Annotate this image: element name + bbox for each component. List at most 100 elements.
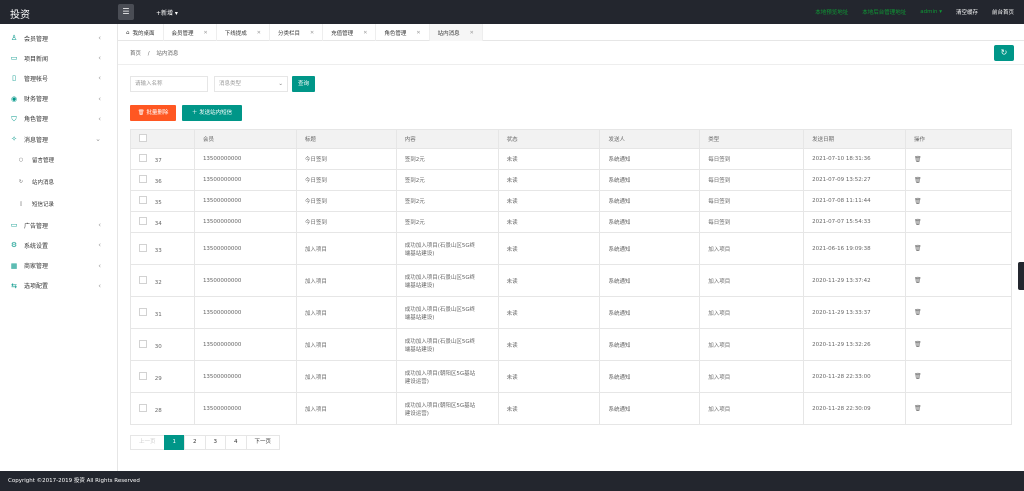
delete-icon[interactable]: 🗑 — [914, 277, 922, 284]
breadcrumb-home[interactable]: 首页 — [130, 51, 141, 57]
row-checkbox[interactable] — [139, 217, 147, 225]
delete-icon[interactable]: 🗑 — [914, 341, 922, 348]
content-line: 成功加入项目(石景山区5G终 — [404, 242, 476, 249]
local-preview-link[interactable]: 本地预览地址 — [815, 8, 848, 16]
tab-members[interactable]: 会员管理 ✕ — [164, 24, 217, 41]
actions-cell: 🗑 — [905, 296, 1012, 329]
delete-icon[interactable]: 🗑 — [914, 198, 922, 205]
delete-icon[interactable]: 🗑 — [914, 219, 922, 226]
sidebar-item-accounts[interactable]: ▯ 管理帐号 ‹ — [0, 68, 117, 88]
row-select-cell: 31 — [130, 296, 195, 329]
close-icon[interactable]: ✕ — [204, 30, 208, 36]
tab-commission[interactable]: 下线提成 ✕ — [217, 24, 270, 41]
close-icon[interactable]: ✕ — [363, 30, 367, 36]
tab-my-desktop[interactable]: ⌂ 我的桌面 — [118, 24, 164, 41]
chevron-left-icon: ‹ — [98, 94, 101, 103]
table-row: 37 13500000000 今日签到 签到2元 未读 系统通知 每日签到 20… — [130, 148, 1012, 170]
close-icon[interactable]: ✕ — [470, 30, 474, 36]
column-header: 类型 — [699, 129, 805, 149]
delete-icon[interactable]: 🗑 — [914, 156, 922, 163]
close-icon[interactable]: ✕ — [416, 30, 420, 36]
row-checkbox[interactable] — [139, 307, 147, 316]
sidebar-item-roles[interactable]: ⛉ 角色管理 ‹ — [0, 109, 117, 129]
add-new-menu[interactable]: +新增 ▾ — [156, 8, 178, 17]
main-content: 首页 / 站内消息 ↻ 请输入名称 消息类型 ⌄ 查询 🗑 批量删除 ＋ 发送站… — [118, 41, 1024, 471]
query-button[interactable]: 查询 — [292, 76, 315, 92]
row-checkbox[interactable] — [139, 403, 147, 412]
top-navbar: 投资 ☰ +新增 ▾ 本地预览地址 本地后台管理地址 admin ▾ 清空缓存 … — [0, 0, 1024, 24]
status-cell: 未读 — [497, 169, 601, 191]
type-cell: 加入项目 — [699, 392, 805, 425]
clear-cache-link[interactable]: 清空缓存 — [956, 8, 978, 16]
sidebar-subitem-sms-records[interactable]: ▯ 短信记录 — [0, 193, 117, 215]
row-id: 34 — [154, 221, 162, 227]
side-panel-handle[interactable] — [1018, 262, 1024, 290]
page-button-1[interactable]: 1 — [163, 435, 186, 450]
close-icon[interactable]: ✕ — [310, 30, 314, 36]
sidebar-item-merchants[interactable]: ▦ 商家管理 ‹ — [0, 256, 117, 276]
row-checkbox[interactable] — [139, 154, 147, 162]
row-select-cell: 37 — [130, 148, 195, 170]
tab-roles[interactable]: 角色管理 ✕ — [376, 24, 430, 41]
next-page-button[interactable]: 下一页 — [245, 435, 281, 450]
column-header: 会员 — [193, 129, 297, 149]
chevron-left-icon: ‹ — [98, 281, 101, 290]
title-cell: 加入项目 — [295, 232, 397, 265]
delete-icon[interactable]: 🗑 — [914, 373, 922, 380]
message-type-select[interactable]: 消息类型 ⌄ — [214, 76, 288, 92]
row-checkbox[interactable] — [139, 196, 147, 204]
sidebar-item-options[interactable]: ⇆ 选项配置 ‹ — [0, 276, 117, 296]
table-row: 31 13500000000 加入项目 成功加入项目(石景山区5G终 端基站建设)… — [130, 296, 1012, 329]
row-checkbox[interactable] — [139, 175, 147, 183]
actions-cell: 🗑 — [905, 232, 1012, 265]
chevron-left-icon: ‹ — [98, 261, 101, 270]
content-cell: 成功加入项目(石景山区5G终 端基站建设) — [395, 264, 499, 297]
status-cell: 未读 — [497, 360, 601, 393]
sidebar-item-messages[interactable]: ✧ 消息管理 ⌄ — [0, 129, 117, 149]
tab-categories[interactable]: 分类栏目 ✕ — [270, 24, 324, 41]
name-search-input[interactable]: 请输入名称 — [130, 76, 208, 92]
member-cell: 13500000000 — [193, 264, 297, 297]
date-cell: 2020-11-28 22:30:09 — [803, 392, 907, 425]
page-button-4[interactable]: 4 — [225, 435, 247, 450]
menu-toggle-icon[interactable]: ☰ — [118, 4, 134, 20]
sidebar-item-finance[interactable]: ◉ 财务管理 ‹ — [0, 89, 117, 109]
prev-page-button[interactable]: 上一页 — [130, 435, 165, 450]
tab-site-messages[interactable]: 站内消息 ✕ — [429, 24, 483, 41]
type-cell: 每日签到 — [699, 169, 805, 191]
delete-icon[interactable]: 🗑 — [914, 245, 922, 252]
delete-icon[interactable]: 🗑 — [914, 405, 922, 412]
tab-recharge[interactable]: 充值管理 ✕ — [323, 24, 377, 41]
page-button-3[interactable]: 3 — [204, 435, 227, 450]
refresh-button[interactable]: ↻ — [994, 45, 1014, 61]
row-checkbox[interactable] — [139, 339, 147, 348]
close-icon[interactable]: ✕ — [257, 30, 261, 36]
delete-icon[interactable]: 🗑 — [914, 177, 922, 184]
row-checkbox[interactable] — [139, 275, 147, 284]
front-home-link[interactable]: 前台首页 — [992, 8, 1014, 16]
plus-icon: ＋ — [191, 110, 198, 116]
tab-label: 站内消息 — [437, 30, 460, 37]
row-checkbox[interactable] — [139, 371, 147, 380]
local-admin-link[interactable]: 本地后台管理地址 — [862, 8, 906, 16]
delete-icon[interactable]: 🗑 — [914, 309, 922, 316]
actions-cell: 🗑 — [905, 264, 1012, 297]
batch-delete-button[interactable]: 🗑 批量删除 — [130, 105, 176, 121]
sidebar-subitem-comments[interactable]: ○ 留言管理 — [0, 149, 117, 171]
select-all-checkbox[interactable] — [139, 134, 147, 142]
sidebar-item-members[interactable]: ♙ 会员管理 ‹ — [0, 28, 117, 48]
send-message-button[interactable]: ＋ 发送站内短信 — [182, 105, 242, 121]
page-button-2[interactable]: 2 — [184, 435, 206, 450]
content-cell: 签到2元 — [395, 169, 499, 191]
sidebar-item-settings[interactable]: ⚙ 系统设置 ‹ — [0, 235, 117, 255]
sidebar-item-ads[interactable]: ▭ 广告管理 ‹ — [0, 215, 117, 235]
type-cell: 每日签到 — [699, 211, 805, 233]
sidebar-subitem-site-messages[interactable]: ↻ 站内消息 — [0, 171, 117, 193]
table-row: 32 13500000000 加入项目 成功加入项目(石景山区5G终 端基站建设)… — [130, 264, 1012, 297]
sidebar-item-news[interactable]: ▭ 项目新闻 ‹ — [0, 48, 117, 68]
row-id: 30 — [154, 343, 162, 350]
content-cell: 成功加入项目(石景山区5G终 端基站建设) — [395, 232, 499, 265]
row-checkbox[interactable] — [139, 243, 147, 252]
sidebar-item-label: 会员管理 — [24, 35, 49, 43]
admin-user-menu[interactable]: admin ▾ — [920, 9, 942, 15]
